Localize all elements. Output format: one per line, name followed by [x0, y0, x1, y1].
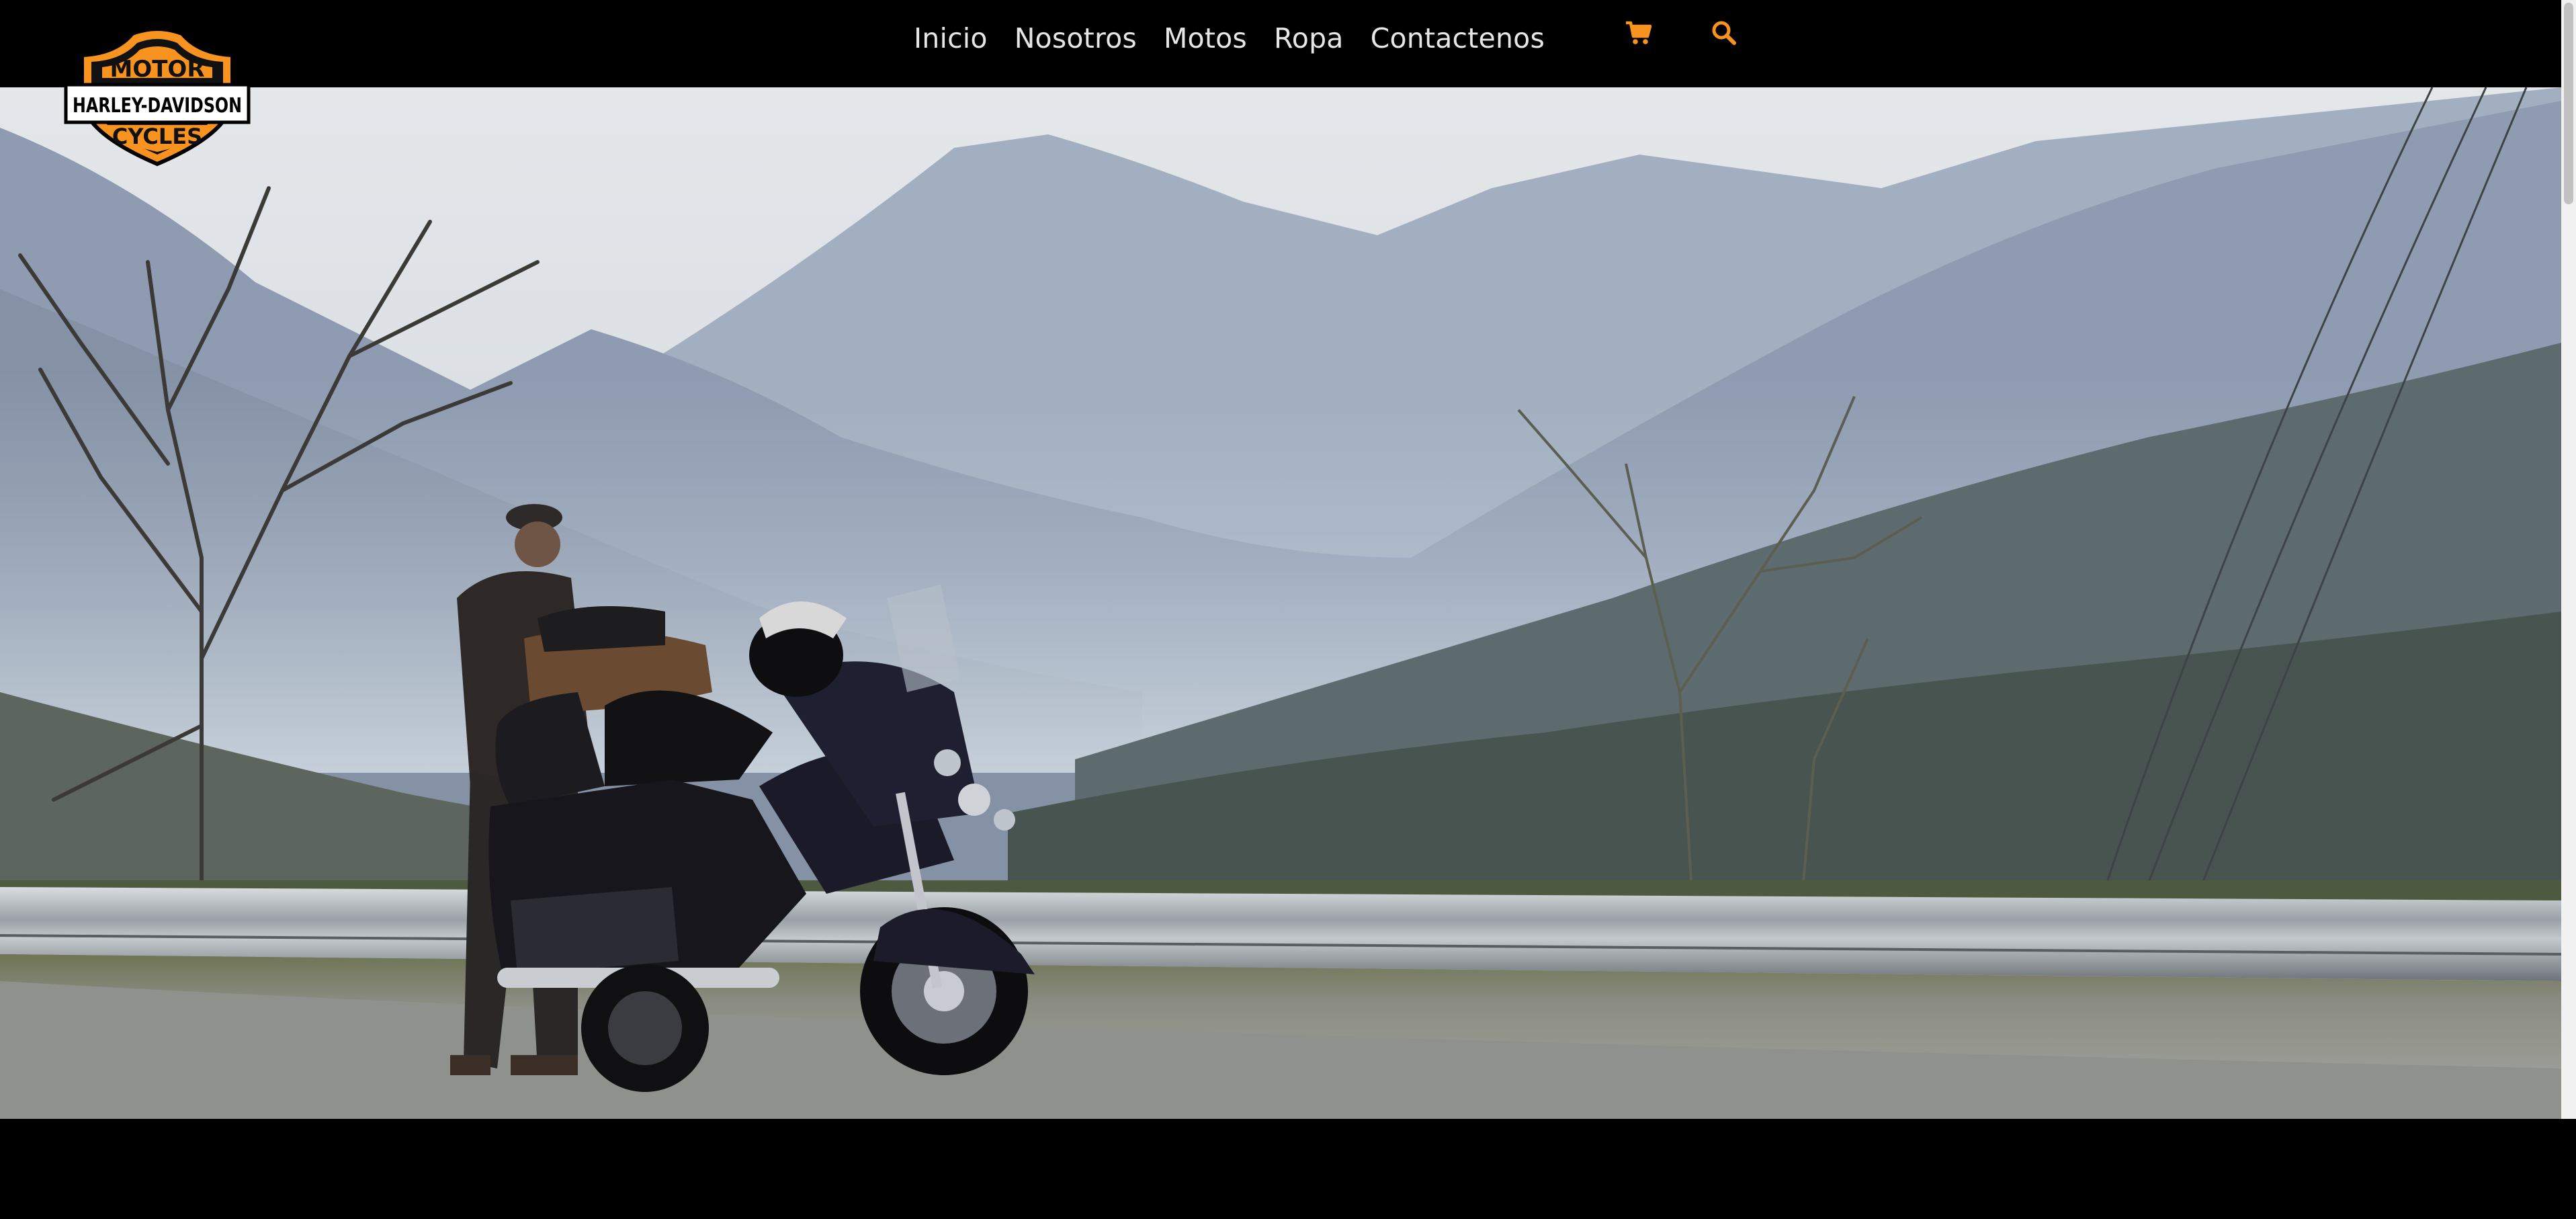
hero-banner	[0, 87, 2561, 1119]
page-footer-area	[0, 1119, 2576, 1219]
nav-link-inicio[interactable]: Inicio	[914, 22, 988, 54]
main-nav: Inicio Nosotros Motos Ropa Contactenos	[914, 15, 1545, 62]
nav-link-nosotros[interactable]: Nosotros	[1015, 22, 1137, 54]
hero-image	[0, 87, 2561, 1119]
page-scrollbar[interactable]	[2561, 0, 2576, 1119]
logo-bottom-text: CYCLES	[112, 124, 202, 149]
logo-top-text: MOTOR	[110, 56, 204, 83]
harley-davidson-logo[interactable]: MOTOR HARLEY-DAVIDSON CYCLES	[62, 20, 253, 167]
nav-link-ropa[interactable]: Ropa	[1274, 22, 1344, 54]
search-icon[interactable]	[1711, 19, 1737, 46]
top-navbar: Inicio Nosotros Motos Ropa Contactenos	[0, 0, 2561, 87]
scrollbar-thumb[interactable]	[2564, 3, 2573, 204]
nav-link-motos[interactable]: Motos	[1164, 22, 1247, 54]
page: Inicio Nosotros Motos Ropa Contactenos M…	[0, 0, 2576, 1219]
shopping-cart-icon[interactable]	[1625, 19, 1653, 47]
logo-middle-text: HARLEY-DAVIDSON	[73, 94, 242, 118]
nav-link-contactenos[interactable]: Contactenos	[1371, 22, 1545, 54]
